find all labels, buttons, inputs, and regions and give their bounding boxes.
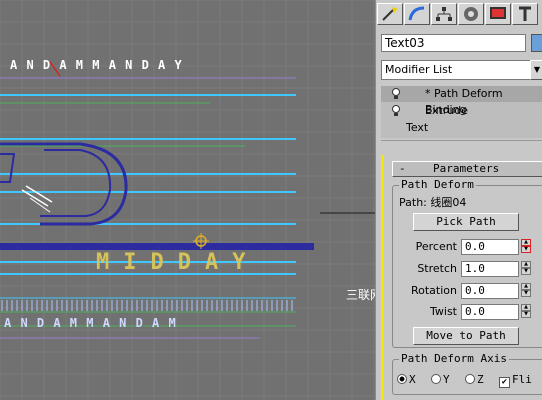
- percent-spinner[interactable]: ▲ ▼: [521, 239, 531, 255]
- modify-icon: [408, 6, 425, 21]
- lightbulb-icon[interactable]: [391, 105, 401, 117]
- percent-input[interactable]: 0.0: [461, 239, 519, 255]
- checkmark-icon: ✔: [499, 377, 510, 388]
- stack-item-text[interactable]: Text: [381, 120, 542, 136]
- axis-z-radio[interactable]: Z: [465, 373, 484, 386]
- axis-y-radio[interactable]: Y: [431, 373, 450, 386]
- stack-item-label: Text: [406, 121, 429, 134]
- pick-path-button[interactable]: Pick Path: [413, 213, 519, 231]
- modifier-list-label: Modifier List: [385, 63, 453, 76]
- stack-item-path-deform-binding[interactable]: * Path Deform Binding: [381, 86, 542, 116]
- rotation-label: Rotation: [410, 284, 457, 297]
- axis-x-label: X: [409, 373, 416, 386]
- viewport-text-top: A N D A M M A N D A Y: [10, 58, 183, 72]
- path-deform-axis-group: Path Deform Axis X Y Z ✔ Fli: [392, 352, 542, 395]
- motion-tab[interactable]: [458, 3, 484, 25]
- command-panel: Text03 Modifier List ▼ * Path Deform Bin…: [375, 0, 542, 400]
- object-color-swatch[interactable]: [531, 34, 542, 52]
- flip-checkbox[interactable]: ✔ Fli: [499, 373, 532, 388]
- hierarchy-icon: [436, 7, 452, 21]
- modifier-list-dropdown[interactable]: Modifier List ▼: [381, 60, 542, 80]
- stack-item-label: Extrude: [425, 104, 469, 117]
- lightbulb-icon[interactable]: [391, 88, 401, 100]
- path-label: Path: 线圈04: [399, 196, 467, 209]
- stretch-input[interactable]: 1.0: [461, 261, 519, 277]
- hierarchy-tab[interactable]: [431, 3, 457, 25]
- parameters-rollout-header[interactable]: - Parameters: [392, 161, 542, 177]
- chevron-down-icon[interactable]: ▼: [530, 60, 542, 80]
- stack-toolbar: [381, 140, 542, 151]
- create-tab[interactable]: [377, 3, 403, 25]
- stack-item-extrude[interactable]: Extrude: [381, 103, 542, 119]
- rotation-spinner[interactable]: ▲ ▼: [521, 283, 531, 299]
- group-title: Path Deform Axis: [399, 352, 509, 365]
- motion-icon: [464, 7, 478, 21]
- stretch-label: Stretch: [417, 262, 457, 275]
- command-panel-tabs: [376, 0, 542, 28]
- modify-tab[interactable]: [404, 3, 430, 25]
- utilities-tab[interactable]: [512, 3, 538, 25]
- create-icon: [382, 7, 398, 21]
- move-to-path-button[interactable]: Move to Path: [413, 327, 519, 345]
- twist-label: Twist: [430, 305, 457, 318]
- viewport-text-bottom: A N D A M M A N D A M: [4, 316, 177, 330]
- flip-label: Fli: [512, 373, 532, 386]
- axis-z-label: Z: [477, 373, 484, 386]
- rollout-title: Parameters: [433, 162, 500, 175]
- collapse-icon: -: [399, 162, 406, 175]
- axis-x-radio[interactable]: X: [397, 373, 416, 386]
- display-icon: [490, 7, 506, 19]
- object-name-field[interactable]: Text03: [381, 34, 526, 52]
- display-tab[interactable]: [485, 3, 511, 25]
- twist-spinner[interactable]: ▲ ▼: [521, 304, 531, 320]
- rotation-input[interactable]: 0.0: [461, 283, 519, 299]
- utilities-icon: [519, 6, 531, 21]
- twist-input[interactable]: 0.0: [461, 304, 519, 320]
- path-deform-group: Path Deform Path: 线圈04 Pick Path Percent…: [392, 178, 542, 348]
- viewport-text-midday: MIDDAY: [96, 250, 260, 275]
- watermark-text: 三联网 3LIAN.COM: [346, 288, 375, 302]
- parameters-rollout: - Parameters Path Deform Path: 线圈04 Pick…: [381, 155, 542, 400]
- stretch-spinner[interactable]: ▲ ▼: [521, 261, 531, 277]
- modifier-stack: * Path Deform Binding Extrude Text: [381, 86, 542, 138]
- axis-y-label: Y: [443, 373, 450, 386]
- perspective-viewport[interactable]: A N D A M M A N D A Y MIDDAY A N D A M M…: [0, 0, 375, 400]
- percent-label: Percent: [415, 240, 457, 253]
- group-title: Path Deform: [399, 178, 476, 191]
